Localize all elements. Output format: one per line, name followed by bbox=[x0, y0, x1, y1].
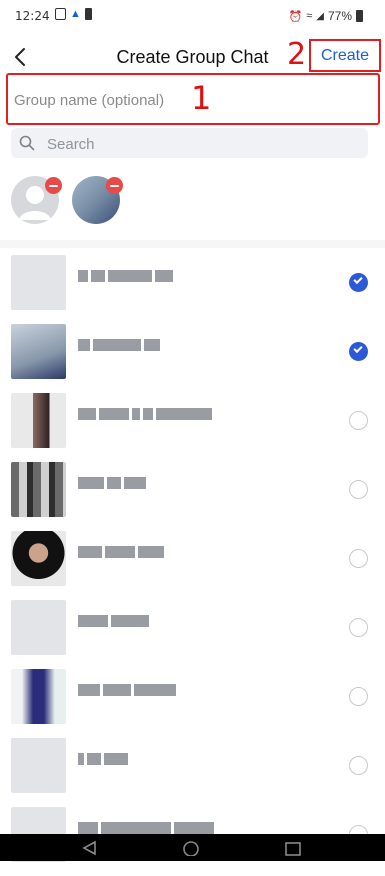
checked-icon[interactable] bbox=[349, 342, 368, 361]
unchecked-icon[interactable] bbox=[349, 756, 368, 775]
back-icon[interactable] bbox=[80, 840, 98, 856]
search-bar bbox=[11, 128, 368, 158]
remove-icon[interactable] bbox=[45, 177, 62, 194]
status-time: 12:24 bbox=[15, 9, 50, 23]
list-item[interactable] bbox=[0, 531, 385, 600]
list-item[interactable] bbox=[0, 669, 385, 738]
list-item[interactable] bbox=[0, 600, 385, 669]
checked-icon[interactable] bbox=[349, 273, 368, 292]
unchecked-icon[interactable] bbox=[349, 687, 368, 706]
battery-level: 77% bbox=[327, 9, 352, 23]
avatar bbox=[11, 600, 66, 655]
annotation-2: 2 bbox=[287, 37, 307, 72]
avatar bbox=[11, 462, 66, 517]
list-item[interactable] bbox=[0, 393, 385, 462]
group-name-field-wrapper: 1 bbox=[6, 73, 380, 125]
unchecked-icon[interactable] bbox=[349, 480, 368, 499]
list-item[interactable] bbox=[0, 255, 385, 324]
system-nav-bar bbox=[0, 834, 385, 861]
remove-icon[interactable] bbox=[106, 177, 123, 194]
avatar bbox=[11, 324, 66, 379]
contact-name-redacted bbox=[78, 752, 131, 765]
status-right-icons: ⏰ ≈ ◢ 77% bbox=[289, 9, 363, 23]
group-name-input[interactable] bbox=[12, 87, 186, 113]
avatar bbox=[11, 255, 66, 310]
avatar bbox=[11, 531, 66, 586]
contact-name-redacted bbox=[78, 476, 149, 489]
app-icon: ▲ bbox=[70, 8, 81, 20]
contact-name-redacted bbox=[78, 407, 215, 420]
battery-icon bbox=[356, 10, 363, 22]
signal-icon: ◢ bbox=[316, 10, 324, 22]
contact-name-redacted bbox=[78, 821, 217, 834]
list-item[interactable] bbox=[0, 738, 385, 807]
search-input[interactable] bbox=[45, 132, 349, 156]
list-item[interactable] bbox=[0, 324, 385, 393]
recents-icon[interactable] bbox=[284, 840, 302, 856]
avatar bbox=[11, 738, 66, 793]
contact-name-redacted bbox=[78, 269, 176, 282]
wifi-icon: ≈ bbox=[306, 10, 313, 22]
status-left-icons: ▲ bbox=[55, 8, 92, 20]
gallery-icon bbox=[55, 8, 66, 20]
search-icon bbox=[19, 135, 35, 151]
contact-name-redacted bbox=[78, 683, 179, 696]
avatar bbox=[11, 669, 66, 724]
unchecked-icon[interactable] bbox=[349, 618, 368, 637]
annotation-1: 1 bbox=[191, 79, 212, 117]
unchecked-icon[interactable] bbox=[349, 411, 368, 430]
unchecked-icon[interactable] bbox=[349, 549, 368, 568]
list-item[interactable] bbox=[0, 462, 385, 531]
contact-name-redacted bbox=[78, 614, 152, 627]
home-icon[interactable] bbox=[182, 840, 200, 856]
alarm-icon: ⏰ bbox=[288, 10, 303, 23]
contact-name-redacted bbox=[78, 545, 167, 558]
section-divider bbox=[0, 240, 385, 248]
status-bar: 12:24 ▲ ⏰ ≈ ◢ 77% bbox=[0, 0, 385, 34]
create-button[interactable]: Create bbox=[309, 39, 381, 72]
contact-name-redacted bbox=[78, 338, 163, 351]
battery-saver-icon bbox=[84, 8, 92, 20]
avatar bbox=[11, 393, 66, 448]
